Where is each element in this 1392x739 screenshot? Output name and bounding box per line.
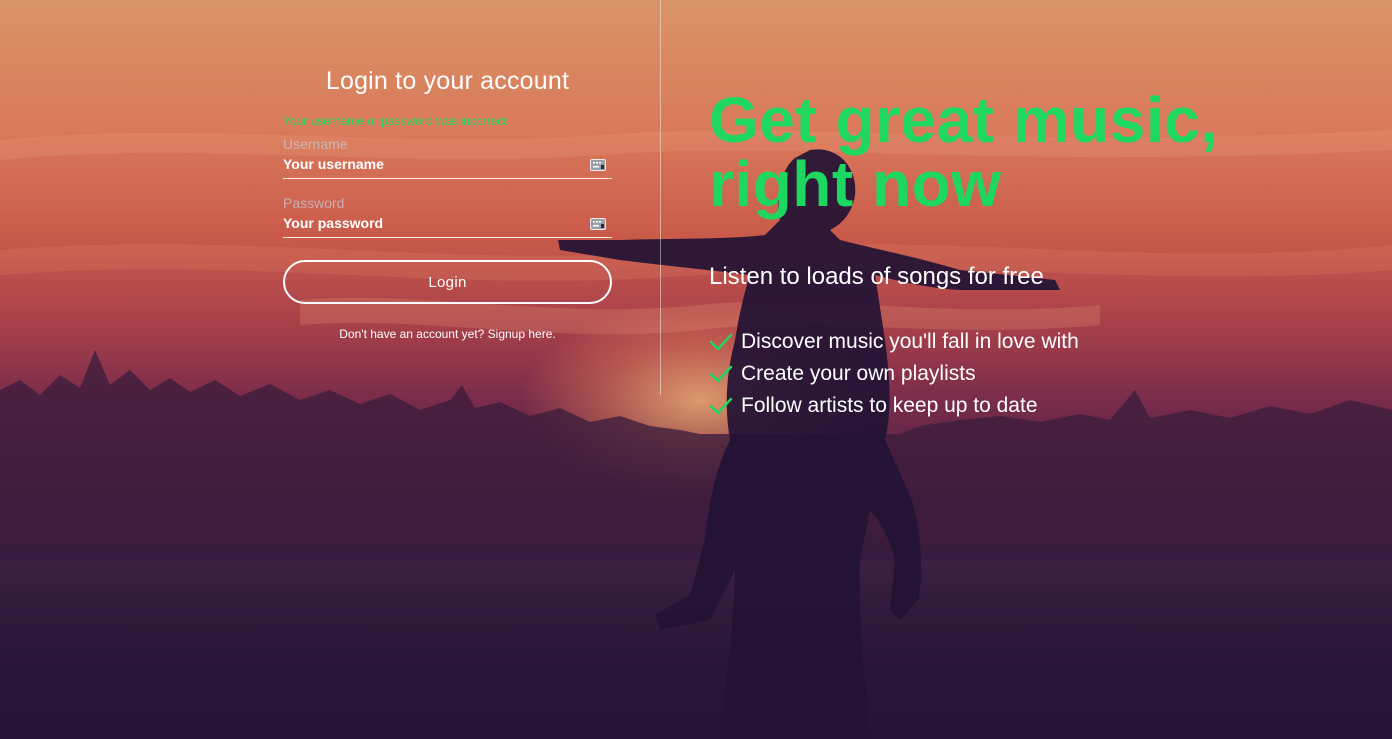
username-input[interactable] [283,152,612,179]
check-icon [709,333,733,351]
hero-title-line-2: right now [709,148,1002,220]
feature-list: Discover music you'll fall in love with … [709,326,1329,422]
feature-text: Follow artists to keep up to date [741,394,1038,417]
password-field: Password [283,195,612,238]
hero-title-line-1: Get great music, [709,84,1219,156]
panel-divider [660,0,661,395]
feature-item: Follow artists to keep up to date [709,390,1329,422]
hero-title: Get great music, right now [709,88,1329,216]
keyboard-icon[interactable] [590,216,606,232]
username-field: Username [283,136,612,179]
feature-text: Create your own playlists [741,362,976,385]
login-button[interactable]: Login [283,260,612,304]
password-label: Password [283,195,345,211]
hero-section: Get great music, right now Listen to loa… [709,88,1329,422]
check-icon [709,365,733,383]
check-icon [709,397,733,415]
login-error-message: Your username or password was incorrect [283,114,507,128]
signup-link[interactable]: Don't have an account yet? Signup here. [339,327,555,341]
signup-prompt: Don't have an account yet? Signup here. [283,327,612,341]
hero-subtitle: Listen to loads of songs for free [709,263,1044,290]
feature-item: Discover music you'll fall in love with [709,326,1329,358]
keyboard-icon[interactable] [590,157,606,173]
feature-text: Discover music you'll fall in love with [741,330,1079,353]
login-title: Login to your account [325,67,570,95]
login-panel: Login to your account Your username or p… [283,60,612,341]
feature-item: Create your own playlists [709,358,1329,390]
password-input[interactable] [283,211,612,238]
username-label: Username [283,136,348,152]
login-page: Login to your account Your username or p… [0,0,1392,739]
